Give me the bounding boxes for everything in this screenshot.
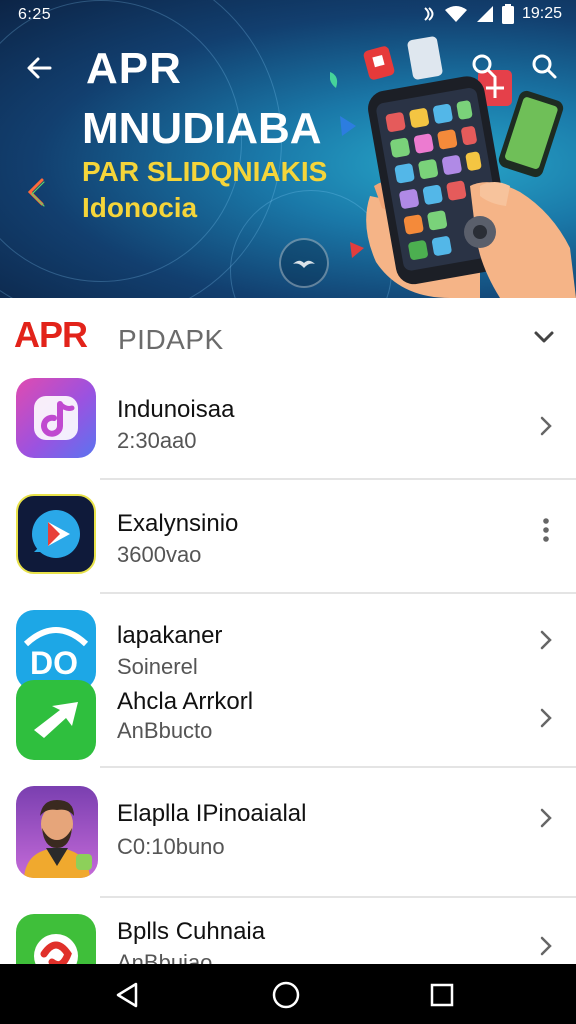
app-subtitle: Soinerel xyxy=(117,654,198,679)
app-title: lapakaner xyxy=(117,622,223,649)
back-nav-icon[interactable] xyxy=(112,979,144,1011)
search-icon-secondary[interactable] xyxy=(530,52,558,80)
music-note-icon xyxy=(16,378,96,458)
divider xyxy=(100,766,576,768)
divider xyxy=(100,896,576,898)
app-title: Indunoisaa xyxy=(117,396,235,423)
chevron-down-icon[interactable] xyxy=(532,328,556,346)
more-vert-icon[interactable] xyxy=(538,516,554,544)
app-subtitle: 3600vao xyxy=(117,542,202,567)
navigation-bar xyxy=(0,964,576,1024)
chevron-left-icon[interactable] xyxy=(24,176,48,208)
back-arrow-icon[interactable] xyxy=(22,50,58,86)
app-title: Ahcla Arrkorl xyxy=(117,688,254,715)
avatar-man-icon xyxy=(16,786,98,878)
app-subtitle: C0:10buno xyxy=(117,834,225,859)
list-item[interactable]: DO lapakaner Soinerel Ahcla Arrkorl AnBb… xyxy=(0,596,576,766)
wifi-icon xyxy=(444,6,467,22)
chevron-right-icon[interactable] xyxy=(538,414,554,438)
list-item[interactable]: Bplls Cuhnaia AnBbuiao xyxy=(0,900,576,964)
hero-banner[interactable]: APR MNUDIABA PAR SLIDQNIAKIS Idonocia xyxy=(0,0,576,298)
bird-icon xyxy=(293,260,315,268)
chevron-right-icon[interactable] xyxy=(538,628,554,652)
hero-subtitle-line2: Idonocia xyxy=(82,192,198,223)
app-subtitle: 2:30aa0 xyxy=(117,428,197,453)
red-swirl-icon xyxy=(16,914,96,964)
chevron-right-icon[interactable] xyxy=(538,706,554,730)
brand-logo: APR xyxy=(14,314,88,355)
status-time: 6:25 xyxy=(18,6,52,23)
green-bird-icon xyxy=(16,680,96,760)
list-item[interactable]: Indunoisaa 2:30aa0 xyxy=(0,374,576,478)
hero-play-button[interactable] xyxy=(279,238,329,288)
list-item[interactable]: Exalynsinio 3600vao xyxy=(0,482,576,592)
app-subtitle: AnBbuiao xyxy=(117,950,213,964)
chevron-right-icon[interactable] xyxy=(538,806,554,830)
signal-icon xyxy=(476,6,493,22)
divider xyxy=(100,478,576,480)
search-icon[interactable] xyxy=(470,52,498,80)
battery-icon xyxy=(501,4,514,24)
status-icons: 19:25 xyxy=(422,4,562,24)
play-store-icon xyxy=(16,494,96,574)
app-title: Exalynsinio xyxy=(117,510,239,537)
app-subtitle: AnBbucto xyxy=(117,718,213,743)
status-bar: 6:25 19:25 xyxy=(0,0,576,30)
hero-subtitle-line1: PAR SLIDQNIAKIS xyxy=(82,156,328,187)
nfc-icon xyxy=(424,7,434,21)
do-logo-icon: DO xyxy=(16,610,96,690)
app-title: Bplls Cuhnaia xyxy=(117,918,266,945)
chevron-right-icon[interactable] xyxy=(538,934,554,958)
divider xyxy=(100,592,576,594)
recents-nav-icon[interactable] xyxy=(426,979,458,1011)
status-clock: 19:25 xyxy=(521,5,562,22)
list-item[interactable]: Elaplla IPinoaialal C0:10buno xyxy=(0,770,576,896)
hero-title-line1: APR xyxy=(86,44,182,93)
home-nav-icon[interactable] xyxy=(270,979,302,1011)
hero-title-line2: MNUDIABA xyxy=(82,104,322,153)
section-title: PIDAPK xyxy=(118,324,224,355)
section-header[interactable]: APR PIDAPK xyxy=(0,298,576,374)
svg-text:DO: DO xyxy=(30,645,78,681)
app-title: Elaplla IPinoaialal xyxy=(117,800,307,827)
